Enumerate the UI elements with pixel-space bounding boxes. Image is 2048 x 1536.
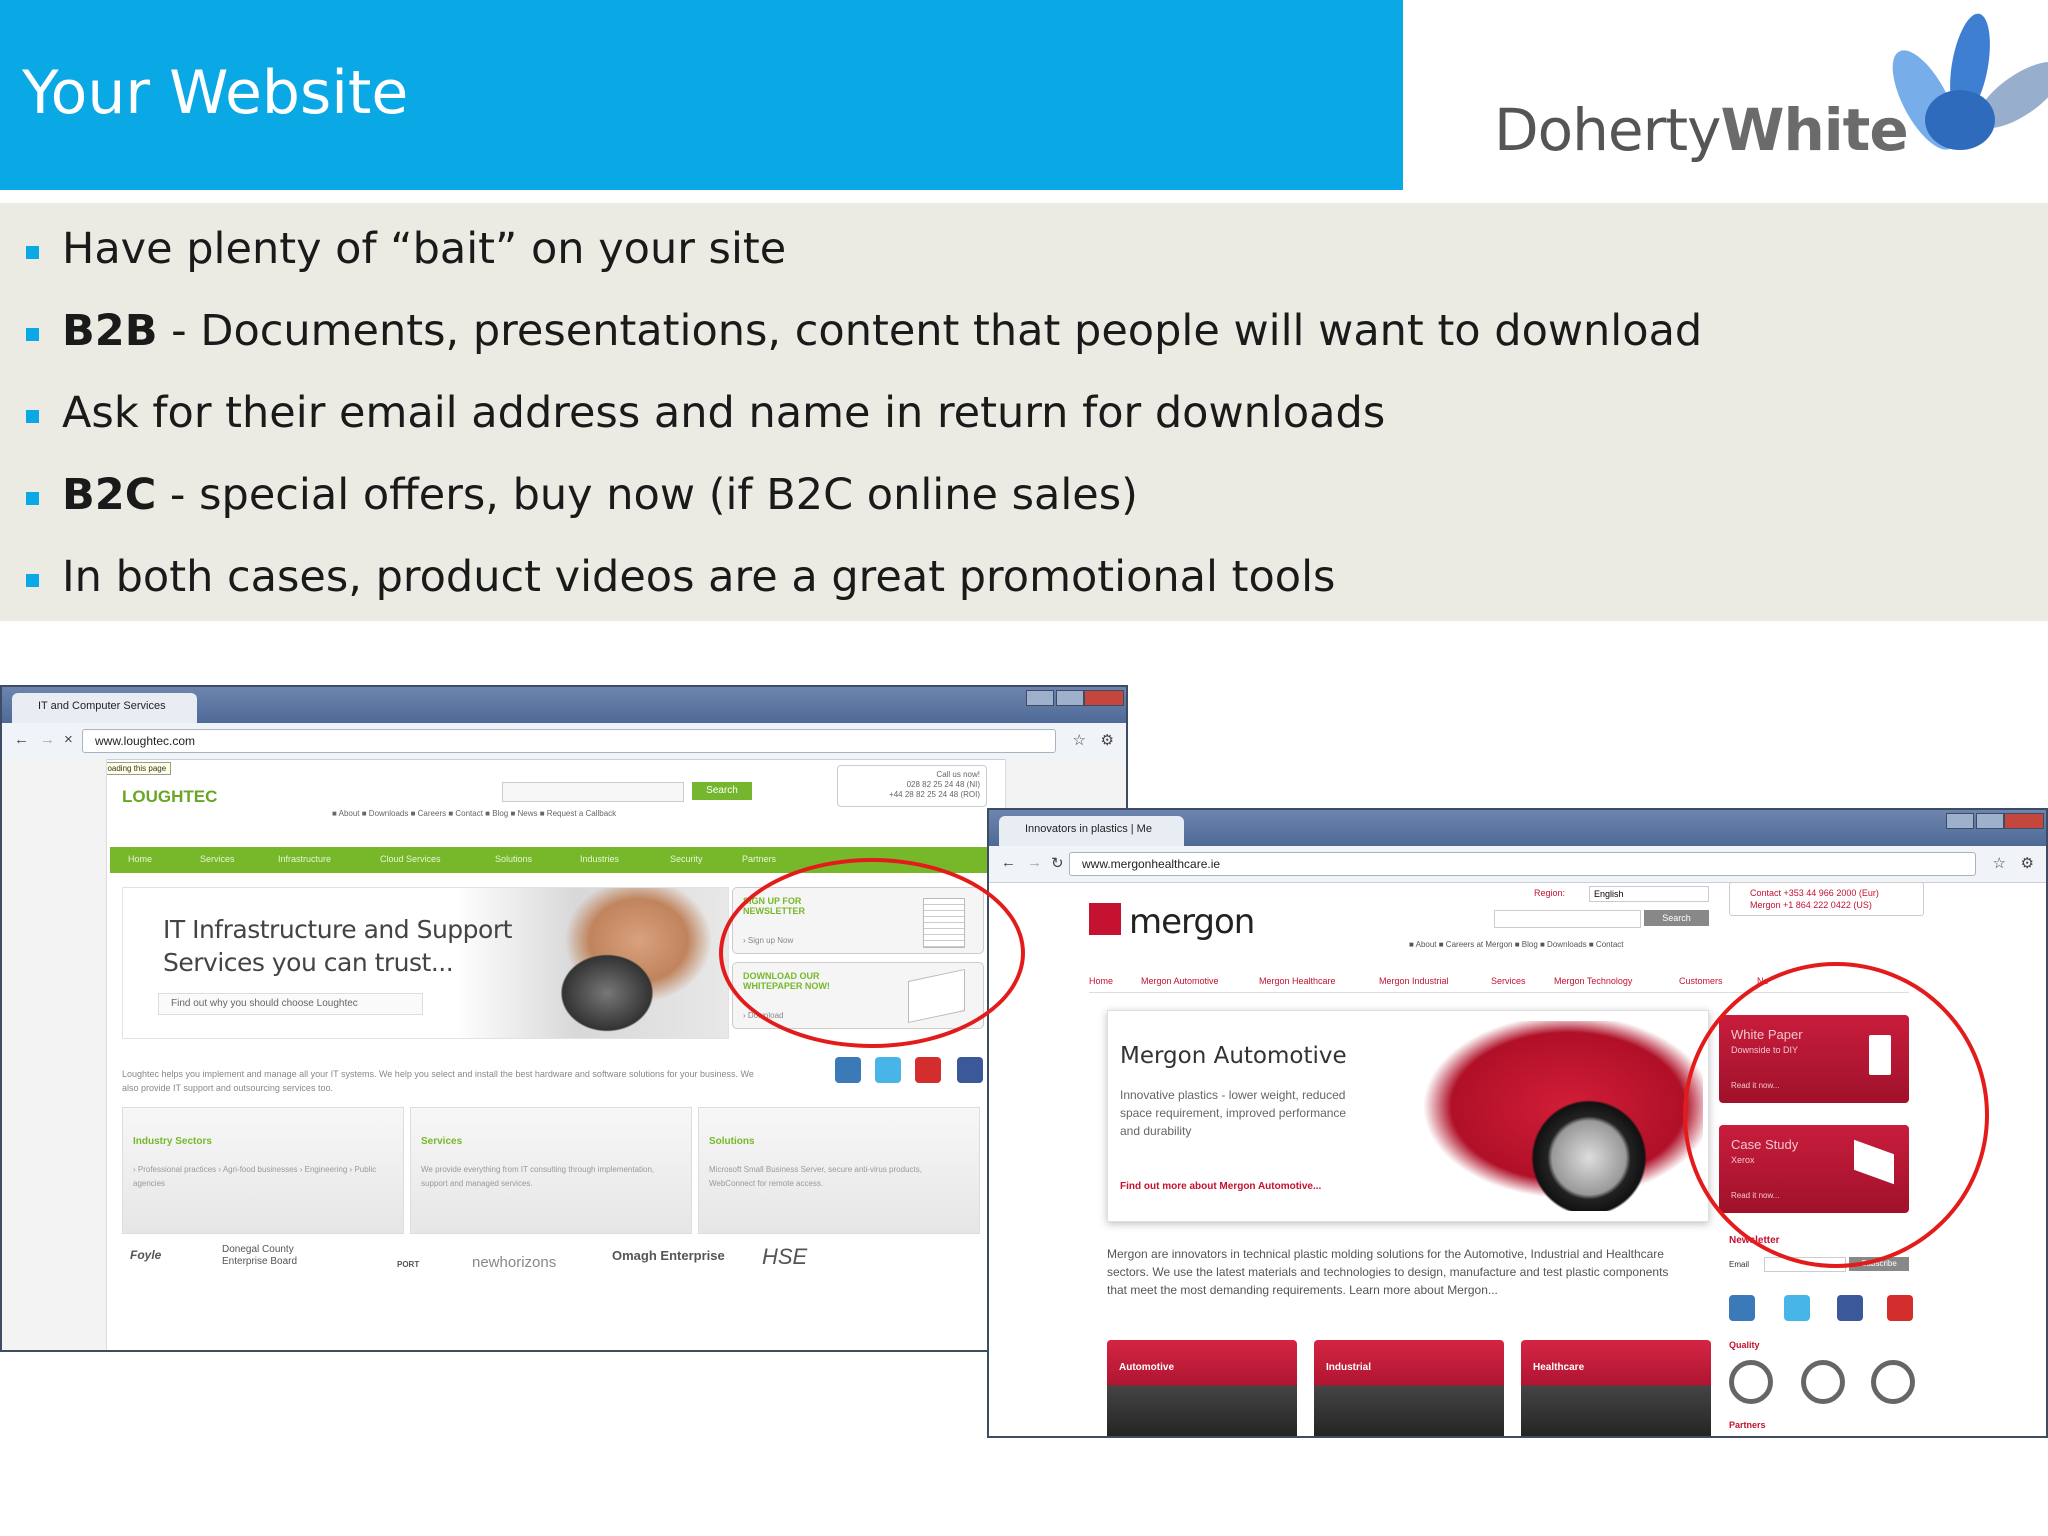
linkedin-icon	[1729, 1295, 1755, 1321]
bullet-square-icon	[26, 246, 39, 259]
hero-heading: Mergon Automotive	[1120, 1043, 1347, 1069]
healthcare-card: Healthcare	[1521, 1340, 1711, 1436]
forward-arrow-icon: →	[40, 731, 55, 748]
services-card: Services We provide everything from IT c…	[410, 1107, 692, 1234]
address-bar-row: ← → × www.loughtec.com ☆ ⚙	[2, 723, 1126, 760]
industry-sectors-card: Industry Sectors › Professional practice…	[122, 1107, 404, 1234]
browser-tab-strip: Innovators in plastics | Me	[989, 810, 2046, 846]
browser-tab-strip: IT and Computer Services	[2, 687, 1126, 723]
solutions-card: Solutions Microsoft Small Business Serve…	[698, 1107, 980, 1234]
intro-text: Loughtec helps you implement and manage …	[122, 1069, 754, 1093]
minimize-icon	[1946, 813, 1974, 829]
partners-heading: Partners	[1729, 1420, 1766, 1430]
quality-heading: Quality	[1729, 1340, 1760, 1350]
close-icon	[2004, 813, 2044, 829]
loughtec-logo: LOUGHTEC	[122, 787, 218, 806]
linkedin-icon	[835, 1057, 861, 1083]
star-icon: ☆	[1072, 732, 1086, 749]
facebook-icon	[957, 1057, 983, 1083]
youtube-icon	[915, 1057, 941, 1083]
maximize-icon	[1976, 813, 2004, 829]
iso-seal-icon	[1801, 1360, 1845, 1404]
hse-logo: HSE	[762, 1244, 808, 1269]
logo-text: DohertyWhite	[1494, 96, 1909, 164]
address-bar-row: ← → ↻ www.mergonhealthcare.ie ☆ ⚙	[989, 846, 2046, 883]
call-us-box: Call us now! 028 82 25 24 48 (NI) +44 28…	[837, 765, 987, 807]
doherty-white-logo: DohertyWhite	[1490, 0, 2048, 190]
twitter-icon	[875, 1057, 901, 1083]
search-button: Search	[692, 782, 752, 800]
close-icon	[1084, 690, 1124, 706]
mergon-logo: mergon	[1129, 902, 1255, 942]
youtube-icon	[1887, 1295, 1913, 1321]
back-arrow-icon: ←	[14, 731, 29, 748]
twitter-icon	[1784, 1295, 1810, 1321]
omagh-enterprise-logo: Omagh Enterprise	[612, 1248, 725, 1263]
red-car-image	[1403, 1021, 1703, 1211]
region-label: Region:	[1534, 888, 1566, 898]
slide-title: Your Website	[22, 58, 409, 128]
wrench-icon: ⚙	[1100, 732, 1114, 749]
hero-banner: Mergon Automotive Innovative plastics - …	[1107, 1010, 1709, 1222]
hero-banner: IT Infrastructure and Support Services y…	[122, 887, 733, 1039]
bullet-square-icon	[26, 410, 39, 423]
industrial-card: Industrial	[1314, 1340, 1504, 1436]
region-select: English	[1589, 886, 1709, 902]
search-input	[502, 782, 684, 802]
address-field: www.loughtec.com	[82, 729, 1056, 753]
address-field: www.mergonhealthcare.ie	[1069, 852, 1976, 876]
browser-tab: IT and Computer Services	[12, 693, 197, 723]
iso-seal-icon	[1871, 1360, 1915, 1404]
foyle-logo: Foyle	[130, 1248, 162, 1262]
facebook-icon	[1837, 1295, 1863, 1321]
bullet-square-icon	[26, 492, 39, 505]
hero-link: Find out more about Mergon Automotive...	[1120, 1181, 1322, 1192]
mergon-logo-mark	[1089, 903, 1121, 935]
hero-text: Innovative plastics - lower weight, redu…	[1120, 1088, 1347, 1138]
star-icon: ☆	[1992, 855, 2006, 872]
hand-on-mouse-image	[523, 888, 733, 1038]
newhorizons-logo: newhorizons	[472, 1254, 557, 1271]
hero-heading: IT Infrastructure and Support Services y…	[163, 915, 512, 977]
back-arrow-icon: ←	[1001, 854, 1016, 871]
search-input	[1494, 910, 1641, 928]
highlight-circle-loughtec	[719, 858, 1025, 1048]
email-label: Email	[1729, 1260, 1750, 1269]
highlight-circle-mergon	[1683, 962, 1989, 1268]
bullet-square-icon	[26, 574, 39, 587]
wrench-icon: ⚙	[2020, 855, 2034, 872]
top-links: ■ About ■ Downloads ■ Careers ■ Contact …	[332, 809, 617, 818]
stop-icon: ×	[64, 731, 73, 748]
top-links: ■ About ■ Careers at Mergon ■ Blog ■ Dow…	[1409, 940, 1624, 949]
intro-text: Mergon are innovators in technical plast…	[1107, 1247, 1669, 1297]
reload-icon: ↻	[1051, 855, 1064, 872]
iso-seal-icon	[1729, 1360, 1773, 1404]
donegal-logo: Donegal County Enterprise Board	[222, 1244, 298, 1267]
page-gutter-left	[2, 759, 107, 1350]
bullet-square-icon	[26, 328, 39, 341]
maximize-icon	[1056, 690, 1084, 706]
minimize-icon	[1026, 690, 1054, 706]
hero-link: Find out why you should choose Loughtec	[158, 993, 423, 1015]
automotive-card: Automotive	[1107, 1340, 1297, 1436]
search-button: Search	[1644, 910, 1709, 926]
browser-tab: Innovators in plastics | Me	[999, 816, 1184, 846]
contact-box: Contact +353 44 966 2000 (Eur) Mergon +1…	[1729, 882, 1924, 916]
port-logo: PORT	[397, 1260, 420, 1269]
forward-arrow-icon: →	[1027, 854, 1042, 871]
